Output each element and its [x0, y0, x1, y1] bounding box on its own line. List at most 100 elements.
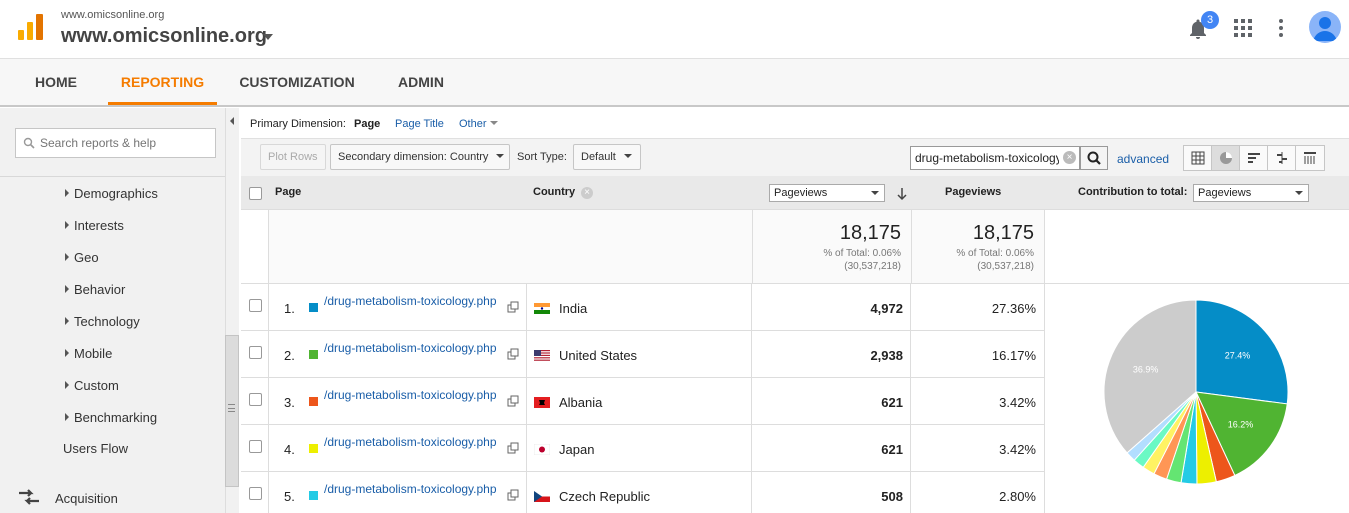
filter-search-button[interactable] [1080, 146, 1108, 170]
analytics-logo-icon[interactable] [18, 14, 44, 40]
account-dropdown-icon[interactable] [263, 34, 273, 40]
advanced-filter-link[interactable]: advanced [1117, 152, 1169, 166]
dimension-other[interactable]: Other [459, 118, 498, 130]
metric-select[interactable]: Pageviews [769, 184, 885, 202]
row-country[interactable]: United States [559, 348, 637, 363]
cell-divider [910, 472, 911, 513]
row-contribution: 27.36% [991, 301, 1036, 316]
user-avatar[interactable] [1309, 11, 1341, 43]
chevron-down-icon [496, 154, 505, 158]
column-country[interactable]: Country [533, 186, 575, 198]
clear-filter-icon[interactable]: × [1063, 151, 1076, 164]
table-row: 3. /drug-metabolism-toxicology.php Albania… [241, 378, 1044, 425]
table-filter-input[interactable] [910, 146, 1080, 170]
expand-arrow-icon [65, 221, 69, 229]
row-pageviews: 621 [881, 395, 903, 410]
country-flag-icon [534, 444, 550, 455]
sidebar-search-input[interactable] [40, 134, 210, 152]
row-number: 5. [284, 489, 295, 504]
sort-type-select[interactable]: Default [573, 144, 641, 170]
chevron-down-icon [489, 121, 498, 125]
sidebar-search[interactable] [15, 128, 216, 158]
pie-view-button[interactable] [1212, 146, 1240, 170]
cell-divider [910, 284, 911, 331]
row-pageviews: 621 [881, 442, 903, 457]
acquisition-arrows-icon [19, 489, 39, 505]
table-view-button[interactable] [1184, 146, 1212, 170]
row-checkbox[interactable] [249, 487, 262, 500]
sidebar-item-behavior[interactable]: Behavior [65, 282, 125, 297]
pie-slice-label: 16.2% [1228, 420, 1254, 430]
account-view-selector[interactable]: www.omicsonline.org [61, 25, 267, 48]
sidebar-item-mobile[interactable]: Mobile [65, 346, 112, 361]
row-country[interactable]: Japan [559, 442, 594, 457]
pivot-view-button[interactable] [1296, 146, 1324, 170]
row-checkbox[interactable] [249, 346, 262, 359]
row-page-link[interactable]: /drug-metabolism-toxicology.php [324, 481, 506, 497]
tab-reporting[interactable]: REPORTING [108, 59, 217, 105]
more-vert-icon[interactable] [1269, 16, 1293, 40]
select-all-checkbox[interactable] [249, 187, 262, 200]
sidebar-item-interests[interactable]: Interests [65, 218, 124, 233]
expand-arrow-icon [65, 349, 69, 357]
sidebar-item-geo[interactable]: Geo [65, 250, 99, 265]
search-icon [1087, 151, 1101, 165]
tab-home[interactable]: HOME [20, 59, 92, 105]
sort-descending-icon[interactable] [896, 187, 908, 201]
row-page-link[interactable]: /drug-metabolism-toxicology.php [324, 387, 506, 403]
row-page-link[interactable]: /drug-metabolism-toxicology.php [324, 434, 506, 450]
row-page-link[interactable]: /drug-metabolism-toxicology.php [324, 340, 506, 356]
cell-divider [751, 331, 752, 378]
expand-arrow-icon [65, 189, 69, 197]
contribution-select[interactable]: Pageviews [1193, 184, 1309, 202]
open-page-icon[interactable] [507, 489, 519, 501]
cell-divider [910, 425, 911, 472]
cell-divider [268, 472, 269, 513]
row-contribution: 16.17% [991, 348, 1036, 363]
bar-chart-icon [1247, 153, 1260, 163]
total-value: 18,175 [972, 222, 1034, 244]
secondary-dimension-select[interactable]: Secondary dimension: Country [330, 144, 510, 170]
table-header: Page Country × Pageviews Pageviews Contr… [241, 176, 1349, 210]
sidebar-item-custom[interactable]: Custom [65, 378, 119, 393]
row-checkbox[interactable] [249, 299, 262, 312]
apps-grid-icon[interactable] [1231, 16, 1255, 40]
collapse-sidebar-icon[interactable] [230, 117, 234, 125]
open-page-icon[interactable] [507, 348, 519, 360]
cell-divider [526, 331, 527, 378]
row-checkbox[interactable] [249, 393, 262, 406]
cell-divider [751, 425, 752, 472]
plot-rows-button[interactable]: Plot Rows [260, 144, 326, 170]
cell-divider [910, 331, 911, 378]
tab-customization[interactable]: CUSTOMIZATION [230, 59, 364, 105]
sidebar-item-demographics[interactable]: Demographics [65, 186, 158, 201]
row-checkbox[interactable] [249, 440, 262, 453]
remove-dimension-icon[interactable]: × [581, 187, 593, 199]
open-page-icon[interactable] [507, 301, 519, 313]
column-page[interactable]: Page [275, 186, 301, 198]
comparison-view-button[interactable] [1268, 146, 1296, 170]
row-page-link[interactable]: /drug-metabolism-toxicology.php [324, 293, 506, 309]
sidebar-item-users-flow[interactable]: Users Flow [63, 441, 128, 456]
open-page-icon[interactable] [507, 442, 519, 454]
table-row: 2. /drug-metabolism-toxicology.php United … [241, 331, 1044, 378]
user-silhouette-icon [1313, 17, 1337, 41]
dimension-page-title[interactable]: Page Title [395, 118, 444, 130]
totals-row: 18,175 % of Total: 0.06% (30,537,218) 18,… [241, 210, 1349, 284]
row-country[interactable]: Albania [559, 395, 602, 410]
row-country[interactable]: India [559, 301, 587, 316]
sidebar-item-acquisition[interactable]: Acquisition [55, 491, 118, 506]
row-color-swatch [309, 350, 318, 359]
row-pageviews: 4,972 [870, 301, 903, 316]
tab-admin[interactable]: ADMIN [384, 59, 458, 105]
open-page-icon[interactable] [507, 395, 519, 407]
row-country[interactable]: Czech Republic [559, 489, 650, 504]
sidebar-item-benchmarking[interactable]: Benchmarking [65, 410, 157, 425]
grid-view-icon [1191, 151, 1204, 165]
comparison-icon [1276, 152, 1287, 164]
cell-divider [526, 284, 527, 331]
sidebar-item-technology[interactable]: Technology [65, 314, 140, 329]
expand-arrow-icon [65, 381, 69, 389]
performance-view-button[interactable] [1240, 146, 1268, 170]
column-pageviews[interactable]: Pageviews [945, 186, 1001, 198]
